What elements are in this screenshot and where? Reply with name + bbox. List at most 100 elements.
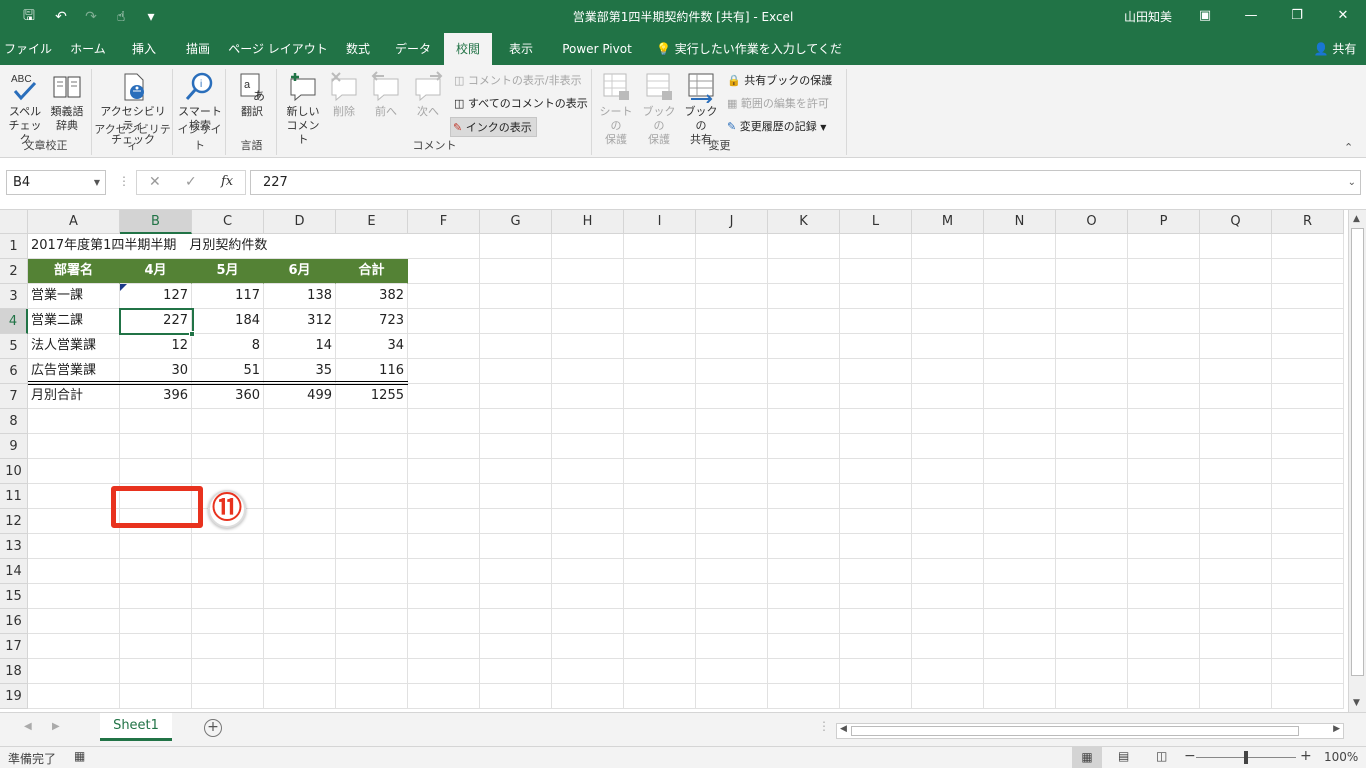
grid-cell[interactable] [1200,509,1272,534]
grid-cell[interactable] [696,659,768,684]
grid-cell[interactable] [624,634,696,659]
new-sheet-button[interactable]: + [204,719,222,737]
grid-cell[interactable] [1200,534,1272,559]
grid-cell[interactable] [768,534,840,559]
grid-cell[interactable] [768,459,840,484]
normal-view-icon[interactable]: ▦ [1072,747,1102,768]
grid-cell[interactable] [192,609,264,634]
grid-cell[interactable] [1200,259,1272,284]
grid-cell[interactable] [1200,409,1272,434]
close-button[interactable]: ✕ [1320,0,1366,33]
grid-cell[interactable] [408,359,480,384]
grid-cell[interactable] [28,634,120,659]
row-header-8[interactable]: 8 [0,409,28,434]
grid-cell[interactable] [408,259,480,284]
minimize-button[interactable]: — [1228,0,1274,33]
grid-cell[interactable] [984,359,1056,384]
grid-cell[interactable] [624,359,696,384]
grid-cell[interactable] [408,234,480,259]
grid-cell[interactable] [28,509,120,534]
page-layout-view-icon[interactable]: ▤ [1118,749,1129,763]
grid-cell[interactable] [336,559,408,584]
grid-cell[interactable] [1056,634,1128,659]
cell-a1-title[interactable]: 2017年度第1四半期半期 月別契約件数 [28,234,408,259]
column-header-l[interactable]: L [840,210,912,234]
grid-cell[interactable] [120,409,192,434]
grid-cell[interactable] [480,259,552,284]
horizontal-scroll-thumb[interactable] [851,726,1299,736]
grid-cell[interactable] [336,484,408,509]
grid-cell[interactable] [480,384,552,409]
grid-cell[interactable] [768,384,840,409]
data-cell[interactable]: 360 [192,384,264,409]
grid-cell[interactable] [840,509,912,534]
grid-cell[interactable] [1056,484,1128,509]
grid-cell[interactable] [840,309,912,334]
grid-cell[interactable] [1272,309,1344,334]
grid-cell[interactable] [1272,484,1344,509]
protect-workbook-button[interactable]: ブックの 保護 [639,71,679,147]
grid-cell[interactable] [336,534,408,559]
column-header-j[interactable]: J [696,210,768,234]
grid-cell[interactable] [696,259,768,284]
column-header-n[interactable]: N [984,210,1056,234]
table-header-cell[interactable]: 6月 [264,259,336,284]
grid-cell[interactable] [1128,534,1200,559]
grid-cell[interactable] [768,609,840,634]
grid-cell[interactable] [192,409,264,434]
grid-cell[interactable] [1056,509,1128,534]
grid-cell[interactable] [192,434,264,459]
grid-cell[interactable] [552,409,624,434]
tab-view[interactable]: 表示 [498,33,544,65]
grid-cell[interactable] [768,434,840,459]
row-header-7[interactable]: 7 [0,384,28,409]
grid-cell[interactable] [912,509,984,534]
grid-cell[interactable] [264,409,336,434]
grid-cell[interactable] [336,584,408,609]
grid-cell[interactable] [1056,334,1128,359]
grid-cell[interactable] [840,459,912,484]
grid-cell[interactable] [912,234,984,259]
grid-cell[interactable] [624,259,696,284]
protect-sheet-button[interactable]: シートの 保護 [595,71,637,147]
grid-cell[interactable] [120,609,192,634]
grid-cell[interactable] [28,659,120,684]
delete-comment-button[interactable]: 削除 [326,71,362,119]
show-all-comments-button[interactable]: ◫ すべてのコメントの表示 [452,94,592,114]
tab-review[interactable]: 校閲 [444,33,492,65]
column-header-i[interactable]: I [624,210,696,234]
thesaurus-button[interactable]: 類義語 辞典 [46,71,88,133]
grid-cell[interactable] [192,459,264,484]
column-header-d[interactable]: D [264,210,336,234]
grid-cell[interactable] [408,384,480,409]
grid-cell[interactable] [28,534,120,559]
grid-cell[interactable] [624,584,696,609]
data-cell[interactable]: 12 [120,334,192,359]
tab-page-layout[interactable]: ページ レイアウト [228,33,328,65]
grid-cell[interactable] [912,684,984,709]
grid-cell[interactable] [696,484,768,509]
grid-cell[interactable] [696,409,768,434]
grid-cell[interactable] [336,409,408,434]
column-header-o[interactable]: O [1056,210,1128,234]
grid-cell[interactable] [192,584,264,609]
grid-cell[interactable] [624,659,696,684]
grid-cell[interactable] [408,434,480,459]
grid-cell[interactable] [912,609,984,634]
data-cell[interactable]: 138 [264,284,336,309]
grid-cell[interactable] [984,434,1056,459]
column-header-a[interactable]: A [28,210,120,234]
grid-cell[interactable] [912,534,984,559]
grid-cell[interactable] [984,234,1056,259]
grid-cell[interactable] [480,659,552,684]
grid-cell[interactable] [1200,459,1272,484]
grid-cell[interactable] [408,534,480,559]
grid-cell[interactable] [840,559,912,584]
grid-cell[interactable] [912,309,984,334]
translate-button[interactable]: aあ 翻訳 [231,71,273,119]
undo-icon[interactable]: ↶ [46,9,76,25]
page-break-view-icon[interactable]: ◫ [1156,749,1167,763]
grid-cell[interactable] [696,684,768,709]
grid-cell[interactable] [624,284,696,309]
grid-cell[interactable] [1056,459,1128,484]
